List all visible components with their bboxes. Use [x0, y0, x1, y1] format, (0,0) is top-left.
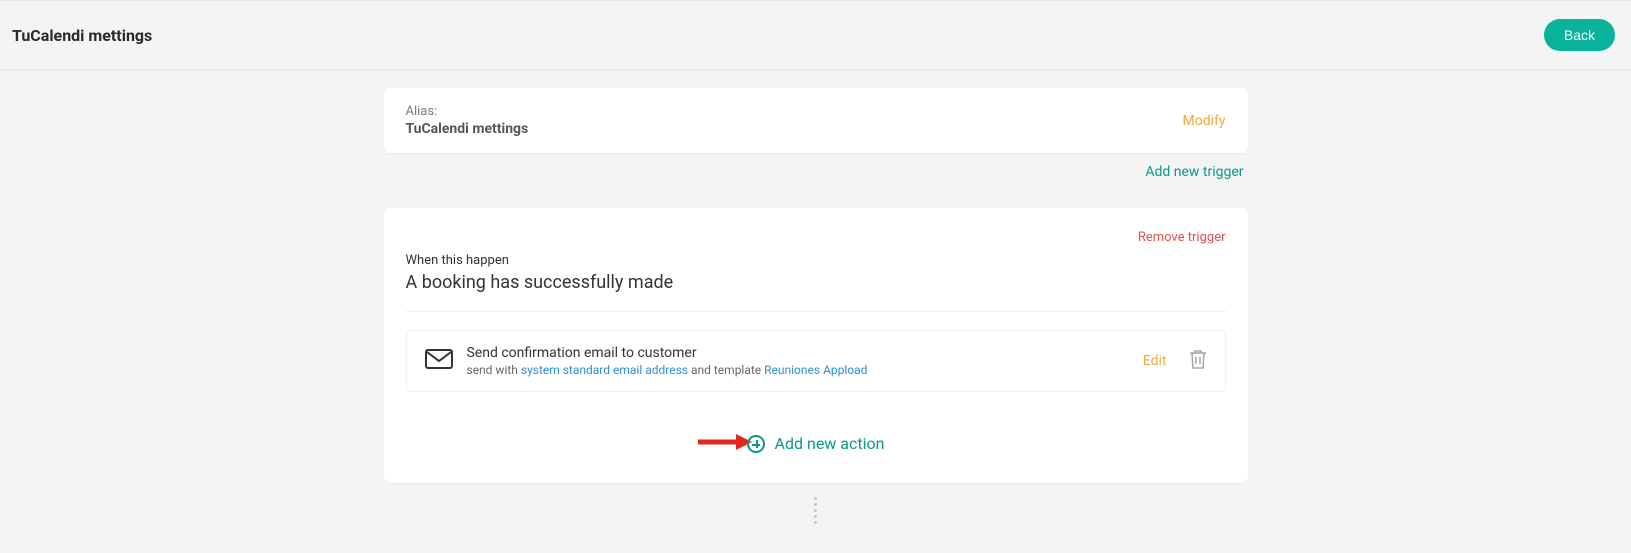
add-action-button[interactable]: Add new action — [747, 434, 885, 453]
add-trigger-button[interactable]: Add new trigger — [1145, 164, 1243, 180]
alias-label: Alias: — [406, 104, 529, 119]
annotation-arrow-icon — [696, 432, 752, 456]
when-description: A booking has successfully made — [406, 272, 1226, 312]
email-address-link[interactable]: system standard email address — [521, 363, 688, 377]
template-link[interactable]: Reuniones Appload — [764, 363, 867, 377]
when-label: When this happen — [406, 253, 1226, 268]
alias-value: TuCalendi mettings — [406, 121, 529, 137]
envelope-icon — [425, 349, 453, 373]
add-action-label: Add new action — [775, 434, 885, 453]
trash-icon[interactable] — [1189, 349, 1207, 373]
trigger-card: Remove trigger When this happen A bookin… — [384, 208, 1248, 483]
action-item: Send confirmation email to customer send… — [406, 330, 1226, 392]
back-button[interactable]: Back — [1544, 19, 1615, 51]
remove-trigger-button[interactable]: Remove trigger — [1138, 230, 1226, 245]
page-title: TuCalendi mettings — [12, 26, 152, 45]
action-subtitle: send with system standard email address … — [467, 363, 1143, 377]
action-title: Send confirmation email to customer — [467, 345, 1143, 361]
connector-dots — [384, 497, 1248, 524]
alias-card: Alias: TuCalendi mettings Modify — [384, 88, 1248, 153]
modify-button[interactable]: Modify — [1183, 113, 1226, 129]
edit-action-button[interactable]: Edit — [1143, 353, 1167, 369]
plus-circle-icon — [747, 435, 765, 453]
